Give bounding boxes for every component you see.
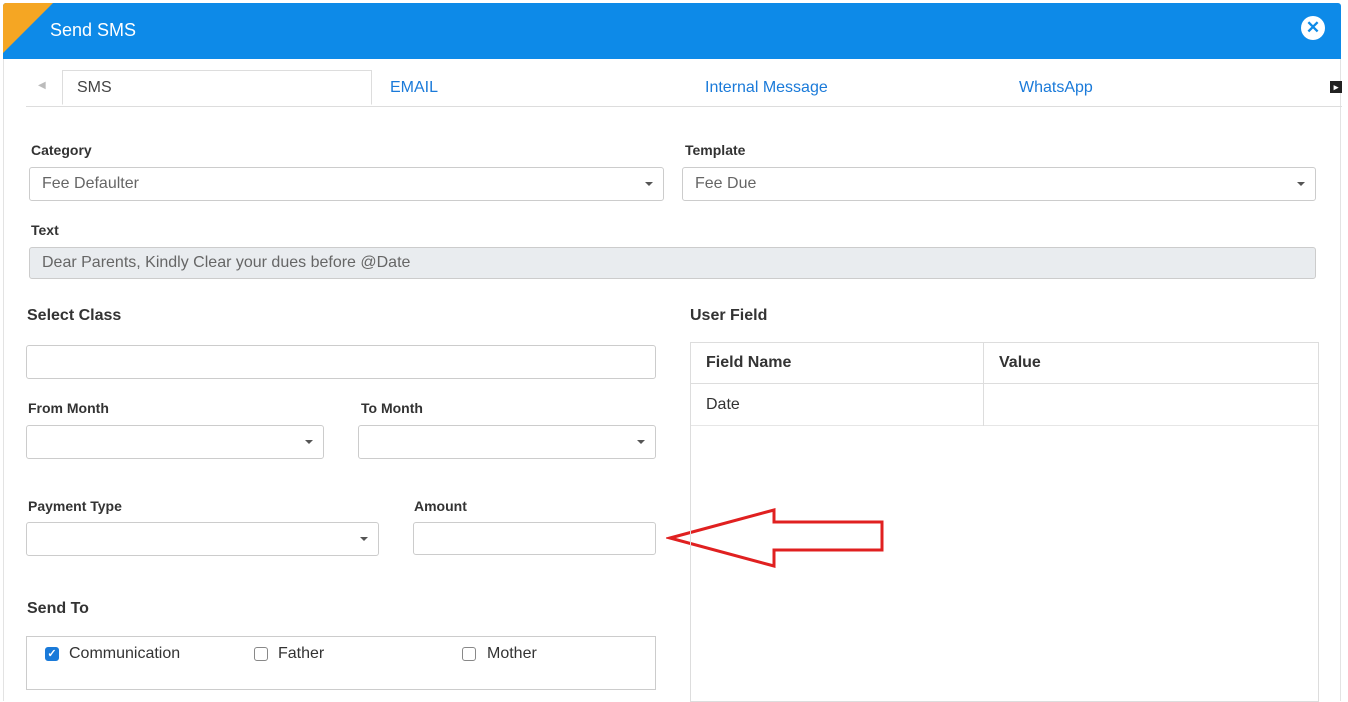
payment-type-select[interactable]: [26, 522, 379, 556]
template-label: Template: [685, 142, 746, 158]
modal-title: Send SMS: [50, 20, 137, 40]
communication-checkbox[interactable]: ✓: [45, 647, 59, 661]
tab-whatsapp[interactable]: WhatsApp: [1019, 70, 1093, 106]
category-select[interactable]: Fee Defaulter: [29, 167, 664, 201]
select-class-input[interactable]: [26, 345, 656, 379]
text-value: Dear Parents, Kindly Clear your dues bef…: [42, 254, 411, 271]
column-header-value: Value: [999, 354, 1041, 371]
corner-accent: [3, 3, 53, 53]
tab-bar: ◀ SMS EMAIL Internal Message WhatsApp ▸: [26, 70, 1342, 107]
tab-email[interactable]: EMAIL: [390, 70, 438, 106]
from-month-label: From Month: [28, 400, 109, 416]
chevron-down-icon: [1297, 182, 1305, 186]
chevron-down-icon: [360, 537, 368, 541]
mother-checkbox[interactable]: [462, 647, 476, 661]
close-icon[interactable]: ✕: [1301, 16, 1325, 40]
from-month-select[interactable]: [26, 425, 324, 459]
send-to-group: ✓ Communication Father Mother: [26, 636, 656, 690]
father-label[interactable]: Father: [278, 645, 324, 663]
father-checkbox[interactable]: [254, 647, 268, 661]
template-select[interactable]: Fee Due: [682, 167, 1316, 201]
payment-type-label: Payment Type: [28, 498, 122, 514]
column-header-field-name: Field Name: [706, 354, 792, 371]
cell-field-name: Date: [706, 396, 740, 413]
text-label: Text: [31, 222, 59, 238]
amount-input[interactable]: [413, 522, 656, 555]
amount-label: Amount: [414, 498, 467, 514]
tab-internal-message[interactable]: Internal Message: [705, 70, 828, 106]
communication-label[interactable]: Communication: [69, 645, 180, 663]
tab-sms[interactable]: SMS: [62, 70, 372, 105]
chevron-down-icon: [637, 440, 645, 444]
modal-header: Send SMS ✕: [3, 3, 1341, 59]
tab-scroll-right-icon[interactable]: ▸: [1330, 81, 1342, 93]
send-to-label: Send To: [27, 600, 89, 617]
chevron-down-icon: [645, 182, 653, 186]
user-field-label: User Field: [690, 307, 768, 324]
user-field-table: Field Name Value Date: [690, 342, 1319, 702]
tab-scroll-left-icon[interactable]: ◀: [38, 80, 46, 91]
select-class-label: Select Class: [27, 307, 122, 324]
text-field: Dear Parents, Kindly Clear your dues bef…: [29, 247, 1316, 279]
to-month-select[interactable]: [358, 425, 656, 459]
category-label: Category: [31, 142, 92, 158]
column-divider: [983, 343, 984, 426]
chevron-down-icon: [305, 440, 313, 444]
mother-label[interactable]: Mother: [487, 645, 537, 663]
cell-value[interactable]: [984, 385, 1318, 426]
template-value: Fee Due: [695, 175, 757, 192]
category-value: Fee Defaulter: [42, 175, 139, 192]
to-month-label: To Month: [361, 400, 423, 416]
